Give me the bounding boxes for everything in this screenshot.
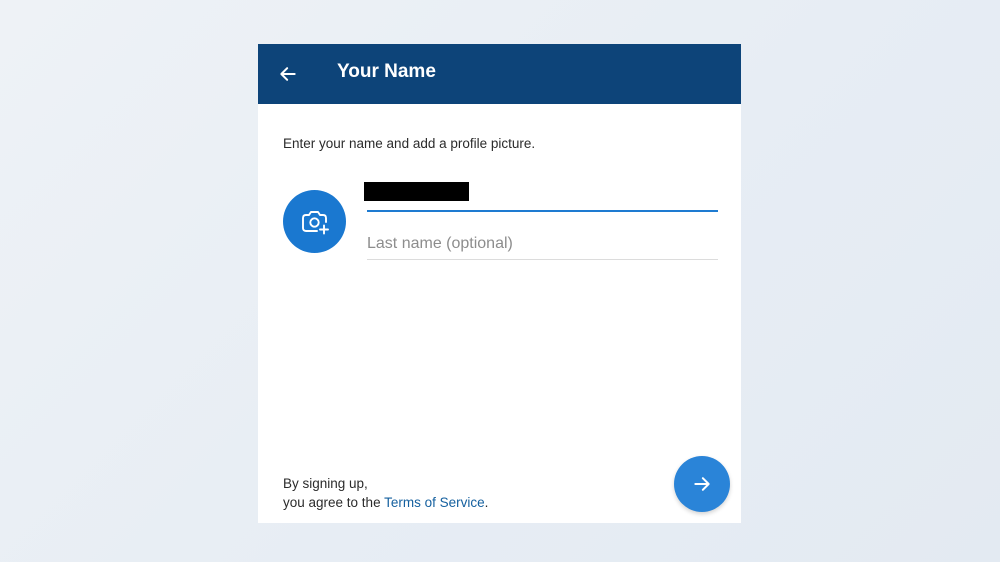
terms-notice: By signing up, you agree to the Terms of… [283,474,488,512]
terms-line-1: By signing up, [283,476,368,491]
arrow-right-icon [694,477,710,491]
first-name-field [364,178,718,212]
app-bar: Your Name [258,44,741,104]
next-button[interactable] [674,456,730,512]
page-title: Your Name [337,61,436,82]
arrow-left-icon [280,67,296,81]
redacted-name-block [364,182,469,201]
back-button[interactable] [272,58,304,90]
signup-screen: Your Name Enter your name and add a prof… [258,44,741,523]
add-profile-picture-button[interactable] [283,190,346,253]
terms-suffix: . [484,495,489,510]
terms-line-2-prefix: you agree to the [283,495,385,510]
instruction-text: Enter your name and add a profile pictur… [283,136,536,151]
last-name-field [367,227,718,260]
last-name-input[interactable] [367,229,718,259]
terms-of-service-link[interactable]: Terms of Service [384,495,485,510]
camera-add-icon [301,210,329,234]
